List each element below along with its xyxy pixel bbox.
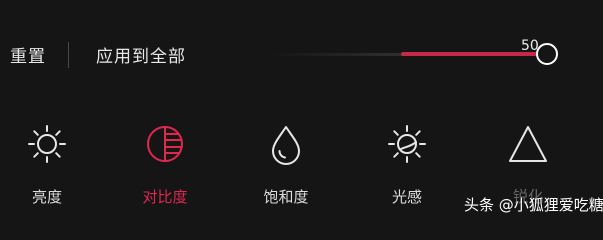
tool-label: 光感 [391, 188, 422, 206]
adjust-slider[interactable] [272, 43, 558, 65]
slider-thumb[interactable] [536, 43, 558, 65]
tool-brightness[interactable]: 亮度 [2, 115, 92, 220]
tool-label: 亮度 [31, 188, 62, 206]
light-sense-icon [387, 120, 427, 168]
slider-fill [401, 52, 547, 56]
tool-label: 对比度 [142, 188, 188, 206]
tool-label: 饱和度 [263, 188, 309, 206]
watermark: 头条 @小狐狸爱吃糖 [452, 190, 603, 218]
sharpen-triangle-icon [508, 120, 548, 168]
apply-to-all-button[interactable]: 应用到全部 [96, 42, 186, 67]
reset-button[interactable]: 重置 [10, 42, 46, 67]
tool-saturation[interactable]: 饱和度 [241, 115, 331, 220]
watermark-text: 头条 @小狐狸爱吃糖 [464, 196, 603, 214]
brightness-icon [27, 120, 67, 168]
tool-light-sense[interactable]: 光感 [362, 115, 452, 220]
tool-contrast[interactable]: 对比度 [120, 115, 210, 220]
saturation-drop-icon [266, 120, 306, 168]
contrast-icon [145, 120, 185, 168]
toolbar-divider [68, 42, 69, 68]
